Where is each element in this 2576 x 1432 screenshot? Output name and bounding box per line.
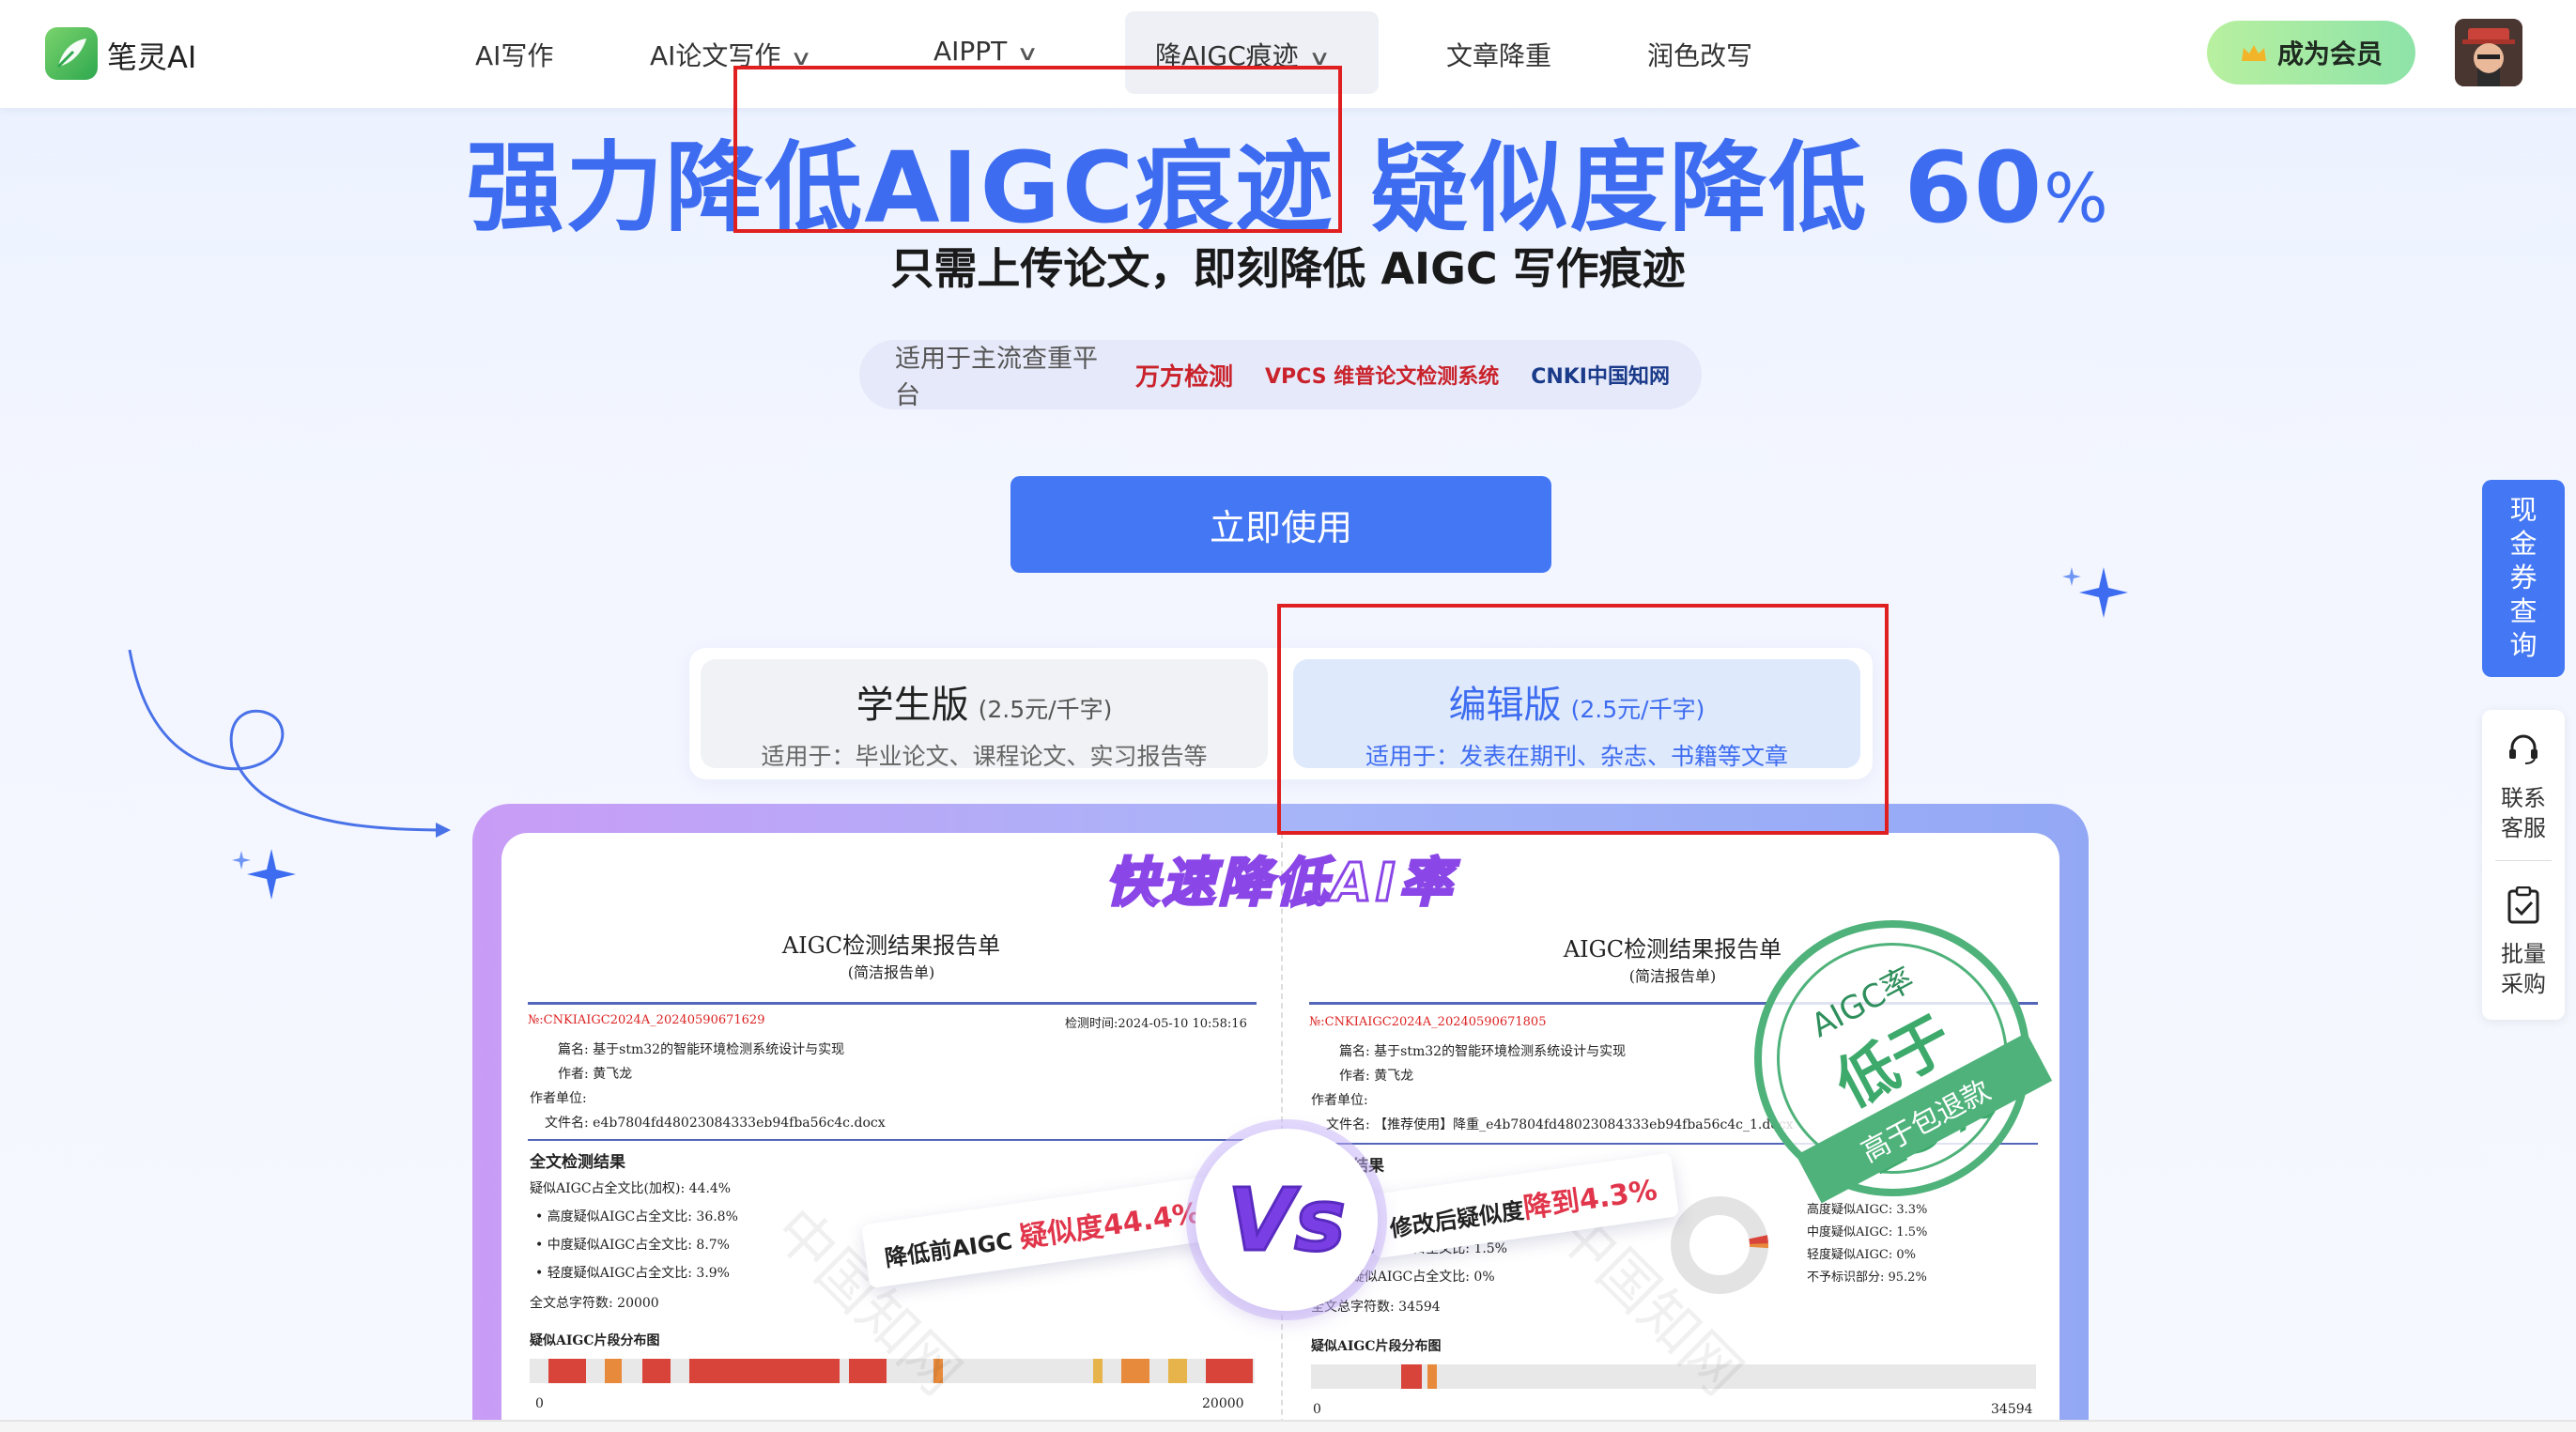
report-number: №:CNKIAIGC2024A_20240590671629 bbox=[528, 1013, 765, 1027]
report-before: AIGC检测结果报告单 (简洁报告单) №:CNKIAIGC2024A_2024… bbox=[501, 833, 1281, 1432]
report-file: 文件名: 【推荐使用】降重_e4b7804fd48023084333eb94fb… bbox=[1326, 1117, 1794, 1132]
clipboard-check-icon bbox=[2507, 886, 2539, 924]
platforms-label: 适用于主流查重平台 bbox=[895, 345, 1098, 410]
report-subtitle: (简洁报告单) bbox=[847, 963, 935, 981]
headset-icon bbox=[2509, 734, 2537, 764]
report-author: 作者: 黄飞龙 bbox=[1339, 1069, 1414, 1084]
hero-subtitle: 只需上传论文，即刻降低 AIGC 写作痕迹 bbox=[890, 243, 1686, 294]
legend-item: 不予标识部分: 95.2% bbox=[1807, 1270, 1927, 1285]
sparkle-icon bbox=[232, 849, 296, 900]
nav-ai-writing[interactable]: AI写作 bbox=[475, 36, 553, 73]
legend-item: 中度疑似AIGC: 1.5% bbox=[1807, 1225, 1928, 1240]
report-line: 疑似AIGC占全文比(加权): 44.4% bbox=[530, 1181, 732, 1196]
axis-end: 34594 bbox=[1991, 1402, 2033, 1417]
user-avatar[interactable] bbox=[2455, 19, 2522, 86]
cnki-logo: CNKI中国知网 bbox=[1531, 365, 1670, 389]
brand-name[interactable]: 笔灵AI bbox=[107, 34, 196, 77]
divider bbox=[528, 1002, 1257, 1005]
report-author: 作者: 黄飞龙 bbox=[558, 1067, 633, 1082]
wanfang-logo: 万方检测 bbox=[1134, 362, 1233, 392]
bulk-purchase-button[interactable]: 批量采购 bbox=[2482, 939, 2565, 999]
vpcs-logo: VPCS 维普论文检测系统 bbox=[1264, 365, 1500, 389]
report-line: • 高度疑似AIGC占全文比: 36.8% bbox=[535, 1209, 738, 1224]
report-title: AIGC检测结果报告单 bbox=[781, 932, 1001, 959]
report-section: 全文检测结果 bbox=[530, 1153, 625, 1172]
axis-end: 20000 bbox=[1202, 1396, 1244, 1411]
report-paper: 篇名: 基于stm32的智能环境检测系统设计与实现 bbox=[1339, 1044, 1627, 1059]
nav-aippt[interactable]: AIPPT ∨ bbox=[933, 36, 1039, 67]
brand-logo-icon[interactable] bbox=[45, 27, 98, 80]
report-paper: 篇名: 基于stm32的智能环境检测系统设计与实现 bbox=[558, 1042, 845, 1057]
axis-start: 0 bbox=[535, 1396, 544, 1411]
report-unit: 作者单位: bbox=[1311, 1093, 1368, 1108]
highlight-box-editor bbox=[1277, 604, 1889, 835]
distribution-label: 疑似AIGC片段分布图 bbox=[1311, 1339, 1442, 1354]
report-time: 检测时间:2024-05-10 10:58:16 bbox=[1065, 1017, 1247, 1031]
report-line: 全文总字符数: 20000 bbox=[530, 1296, 659, 1311]
nav-article-dedupe[interactable]: 文章降重 bbox=[1446, 36, 1551, 73]
nav-polish-rewrite[interactable]: 润色改写 bbox=[1647, 36, 1752, 73]
legend-item: 轻度疑似AIGC: 0% bbox=[1807, 1248, 1916, 1262]
report-line: • 轻度疑似AIGC占全文比: 3.9% bbox=[535, 1266, 730, 1281]
report-line: • 中度疑似AIGC占全文比: 8.7% bbox=[535, 1238, 730, 1253]
student-version-tab[interactable]: 学生版 (2.5元/千字) 适用于：毕业论文、课程论文、实习报告等 bbox=[701, 659, 1268, 770]
vs-badge: Vs bbox=[1195, 1129, 1378, 1311]
use-now-button[interactable]: 立即使用 bbox=[1010, 476, 1551, 573]
contact-service-button[interactable]: 联系客服 bbox=[2482, 783, 2565, 843]
report-number: №:CNKIAIGC2024A_20240590671805 bbox=[1309, 1015, 1547, 1029]
horizontal-scrollbar[interactable] bbox=[0, 1420, 2576, 1432]
divider bbox=[2495, 860, 2552, 861]
curl-arrow-decoration bbox=[128, 649, 451, 838]
coupon-query-button[interactable]: 现金券查询 bbox=[2482, 480, 2565, 677]
highlight-box-title bbox=[733, 66, 1342, 233]
chevron-down-icon: ∨ bbox=[1016, 42, 1040, 66]
report-file: 文件名: e4b7804fd48023084333eb94fba56c4c.do… bbox=[545, 1116, 886, 1131]
crown-icon bbox=[2241, 45, 2266, 61]
report-unit: 作者单位: bbox=[530, 1091, 587, 1106]
distribution-label: 疑似AIGC片段分布图 bbox=[530, 1333, 660, 1348]
supported-platforms: 适用于主流查重平台 万方检测 VPCS 维普论文检测系统 CNKI中国知网 bbox=[859, 340, 1702, 410]
divider bbox=[528, 1139, 1257, 1141]
axis-start: 0 bbox=[1313, 1402, 1321, 1417]
sparkle-icon bbox=[2062, 567, 2128, 618]
side-tools: 联系客服 批量采购 bbox=[2482, 710, 2565, 1020]
become-member-button[interactable]: 成为会员 bbox=[2207, 21, 2415, 85]
showcase-title: 快速降低AI率 bbox=[1104, 852, 1456, 916]
